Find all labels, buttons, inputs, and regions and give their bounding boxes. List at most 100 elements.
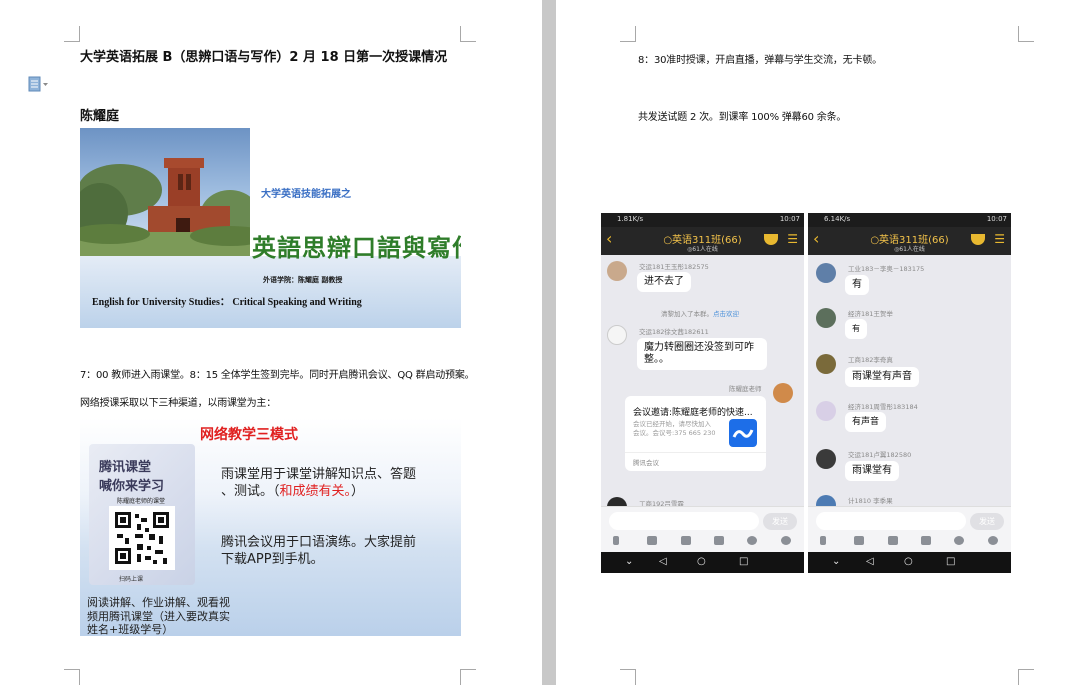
menu-icon[interactable]: ☰ [787, 233, 798, 245]
message-line: 整。。 [644, 354, 669, 365]
system-message-text: 清黎加入了本群。 [661, 310, 713, 318]
banner-calligraphy-title: 英語思辯口語與寫作 [252, 233, 461, 262]
network-speed: 1.81K/s [617, 215, 644, 223]
message-bubble[interactable]: 魔力转圈圈还没签到可咋 整。。 [637, 338, 767, 370]
home-circle-icon[interactable]: ○ [904, 556, 913, 568]
android-nav-bar: ⌄ ◁ ○ □ [808, 552, 1011, 573]
online-count: ◎61人在线 [687, 246, 718, 253]
message-bubble[interactable]: 进不去了 [637, 272, 691, 292]
message-bubble[interactable]: 有声音 [845, 412, 887, 432]
banner-footer-area [80, 256, 461, 328]
author-name: 陈耀庭 [80, 109, 120, 124]
qr-card-line1: 腾讯课堂 [99, 460, 152, 475]
message-sender: 工商182李奇真 [848, 356, 893, 364]
margin-corner-mark [620, 26, 636, 42]
message-bubble[interactable]: 雨课堂有 [845, 461, 899, 481]
banner-subtitle: 大学英语技能拓展之 [261, 189, 351, 200]
menu-icon[interactable]: ☰ [994, 233, 1005, 245]
qr-card-bottom: 扫码上课 [119, 576, 144, 583]
meeting-invite-card[interactable]: 会议邀请:陈耀庭老师的快速... 会议已经开始，请尽快加入 会议。会议号:375… [625, 396, 766, 471]
tencent-classroom-qr-card: 腾讯课堂 喊你来学习 陈耀庭老师的课堂 扫码上课 [89, 444, 195, 585]
android-nav-bar: ⌄ ◁ ○ □ [601, 552, 804, 573]
document-page-left: 大学英语拓展 B（思辨口语与写作）2 月 18 日第一次授课情况 陈耀庭 大学英… [0, 0, 542, 685]
banner-school: 外语学院：陈耀庭 副教授 [263, 276, 343, 284]
avatar[interactable] [816, 308, 836, 328]
tencent-meeting-line1: 腾讯会议用于口语演练。大家提前 [221, 535, 417, 550]
qr-card-caption: 陈耀庭老师的课堂 [117, 498, 166, 505]
camera-icon[interactable] [888, 536, 898, 545]
document-title: 大学英语拓展 B（思辨口语与写作）2 月 18 日第一次授课情况 [80, 50, 448, 65]
banner-english-title: English for University Studies： Critical… [92, 297, 362, 308]
message-bubble[interactable]: 雨课堂有声音 [845, 367, 919, 387]
avatar[interactable] [816, 449, 836, 469]
camera-icon[interactable] [681, 536, 691, 545]
message-input[interactable] [816, 512, 966, 530]
message-sender: 经济181周雪彤183184 [848, 403, 918, 411]
welcome-link[interactable]: 点击欢迎 [713, 310, 739, 318]
margin-corner-mark [1018, 669, 1034, 685]
voice-icon[interactable] [613, 536, 619, 545]
invite-footer: 腾讯会议 [633, 459, 659, 467]
invite-description-line1: 会议已经开始，请尽快加入 [633, 420, 711, 428]
modes-title: 网络教学三模式 [200, 427, 298, 443]
message-input[interactable] [609, 512, 759, 530]
message-sender: 交运181卢翼182580 [848, 451, 912, 459]
emoji-icon[interactable] [954, 536, 964, 545]
grade-related-note: 和成绩有关。 [279, 484, 352, 499]
red-packet-icon[interactable] [921, 536, 931, 545]
clock: 10:07 [779, 215, 800, 223]
chat-header: ‹ ○英语311班(66) ◎61人在线 ☰ [601, 227, 804, 255]
invite-title: 会议邀请:陈耀庭老师的快速... [633, 408, 753, 418]
margin-corner-mark [64, 26, 80, 42]
invite-description: 会议已经开始，请尽快加入 会议。会议号:375 665 230 [633, 420, 716, 438]
recents-square-icon[interactable]: □ [946, 556, 955, 568]
send-button[interactable]: 发送 [763, 513, 797, 530]
avatar[interactable] [816, 354, 836, 374]
margin-corner-mark [460, 26, 476, 42]
image-icon[interactable] [647, 536, 657, 545]
chat-header: ‹ ○英语311班(66) ◎61人在线 ☰ [808, 227, 1011, 255]
phone-screenshot-1: 1.81K/s 10:07 ‹ ○英语311班(66) ◎61人在线 ☰ 交运1… [601, 213, 804, 573]
divider [625, 452, 766, 453]
plus-icon[interactable] [781, 536, 791, 545]
tencent-meeting-logo-icon [729, 419, 757, 447]
document-page-right: 8：30准时授课，开启直播，弹幕与学生交流，无卡顿。 共发送试题 2 次。到课率… [556, 0, 1066, 685]
phone-screenshot-2: 6.14K/s 10:07 ‹ ○英语311班(66) ◎61人在线 ☰ 工业1… [808, 213, 1011, 573]
paragraph-schedule: 7：00 教师进入雨课堂。8：15 全体学生签到完毕。同时开启腾讯会议、QQ 群… [80, 370, 475, 381]
send-button[interactable]: 发送 [970, 513, 1004, 530]
avatar[interactable] [607, 325, 627, 345]
clock: 10:07 [986, 215, 1007, 223]
home-circle-icon[interactable]: ○ [697, 556, 706, 568]
hide-keyboard-icon[interactable]: ⌄ [625, 556, 633, 568]
margin-corner-mark [620, 669, 636, 685]
avatar[interactable] [816, 401, 836, 421]
avatar[interactable] [773, 383, 793, 403]
message-bubble[interactable]: 有 [845, 319, 867, 339]
paragraph-attendance: 共发送试题 2 次。到课率 100% 弹幕60 余条。 [638, 112, 847, 123]
red-packet-icon[interactable] [714, 536, 724, 545]
message-line: 魔力转圈圈还没签到可咋 [644, 342, 754, 353]
emoji-icon[interactable] [747, 536, 757, 545]
network-speed: 6.14K/s [824, 215, 851, 223]
plus-icon[interactable] [988, 536, 998, 545]
margin-corner-mark [1018, 26, 1034, 42]
qr-card-line2: 喊你来学习 [99, 479, 165, 494]
page-gutter [542, 0, 556, 685]
course-banner-image: 大学英语技能拓展之 英語思辯口語與寫作 外语学院：陈耀庭 副教授 English… [80, 128, 461, 328]
avatar[interactable] [816, 263, 836, 283]
teaching-modes-panel: 网络教学三模式 腾讯课堂 喊你来学习 陈耀庭老师的课堂 扫码上课 雨课堂用于课堂… [80, 418, 461, 636]
image-icon[interactable] [854, 536, 864, 545]
avatar[interactable] [607, 261, 627, 281]
tencent-classroom-text: 阅读讲解、作业讲解、观看视 频用腾讯课堂（进入要改真实 姓名+班级学号） [87, 596, 230, 636]
hide-keyboard-icon[interactable]: ⌄ [832, 556, 840, 568]
qr-code[interactable] [109, 506, 175, 570]
recents-square-icon[interactable]: □ [739, 556, 748, 568]
back-triangle-icon[interactable]: ◁ [659, 556, 667, 568]
voice-icon[interactable] [820, 536, 826, 545]
back-triangle-icon[interactable]: ◁ [866, 556, 874, 568]
message-sender: 工业183－李奥－183175 [848, 265, 925, 273]
status-bar: 6.14K/s 10:07 [808, 213, 1011, 227]
message-bubble[interactable]: 有 [845, 275, 869, 295]
tencent-meeting-text: 腾讯会议用于口语演练。大家提前 下载APP到手机。 [221, 534, 416, 568]
paste-options-icon[interactable] [28, 75, 50, 93]
